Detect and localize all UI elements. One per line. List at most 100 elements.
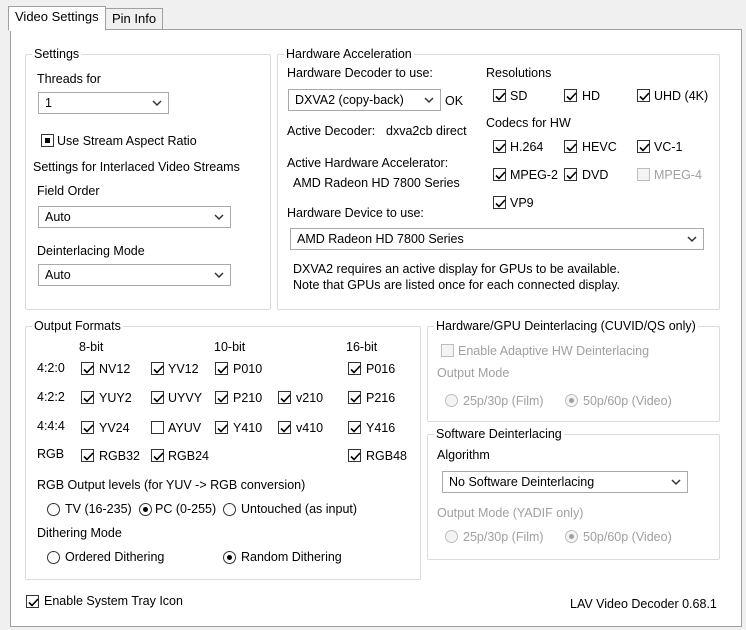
sw-mode-film-radio[interactable]	[445, 530, 458, 543]
codec-mpeg4-checkbox[interactable]	[637, 168, 650, 181]
format-p210-checkbox[interactable]	[215, 391, 228, 404]
codec-vp9-label: VP9	[510, 196, 534, 210]
field-order-label: Field Order	[37, 184, 100, 198]
codec-dvd-checkbox[interactable]	[564, 168, 577, 181]
codec-vp9-checkbox[interactable]	[493, 196, 506, 209]
format-p216-checkbox[interactable]	[348, 391, 361, 404]
format-uyvy-label: UYVY	[168, 391, 203, 405]
active-accelerator-value: AMD Radeon HD 7800 Series	[293, 176, 460, 190]
codec-dvd-label: DVD	[582, 168, 609, 182]
hw-decoder-status: OK	[445, 94, 464, 108]
format-p010-checkbox[interactable]	[215, 362, 228, 375]
format-uyvy-checkbox[interactable]	[151, 391, 164, 404]
codec-mpeg2-checkbox[interactable]	[493, 168, 506, 181]
stream-aspect-label: Use Stream Aspect Ratio	[57, 134, 197, 148]
format-y416-label: Y416	[366, 421, 396, 435]
algorithm-select[interactable]: No Software Deinterlacing	[442, 471, 688, 493]
format-yv24-label: YV24	[99, 421, 130, 435]
chevron-down-icon	[152, 100, 162, 107]
format-p210-label: P210	[233, 391, 263, 405]
tab-video-settings[interactable]: Video Settings	[8, 6, 106, 31]
format-v410-checkbox[interactable]	[278, 421, 291, 434]
format-p016-label: P016	[366, 362, 396, 376]
chevron-down-icon	[671, 479, 681, 486]
format-rgb32-label: RGB32	[99, 449, 140, 463]
codec-mpeg4-label: MPEG-4	[654, 168, 702, 182]
res-hd-checkbox[interactable]	[564, 89, 577, 102]
hw-mode-film-label: 25p/30p (Film)	[463, 394, 544, 408]
active-decoder-label: Active Decoder:	[287, 124, 376, 138]
threads-select[interactable]: 1	[38, 92, 169, 114]
gpu-note-line1: DXVA2 requires an active display for GPU…	[293, 262, 621, 276]
format-ayuv-checkbox[interactable]	[151, 421, 164, 434]
system-tray-checkbox[interactable]	[26, 595, 39, 608]
codec-hevc-label: HEVC	[582, 140, 617, 154]
header-8bit: 8-bit	[79, 340, 104, 354]
video-settings-panel: Settings Threads for 1 Use Stream Aspect…	[10, 29, 742, 627]
dithering-random-radio[interactable]	[223, 551, 236, 564]
sw-deinterlacing-title: Software Deinterlacing	[434, 427, 564, 441]
format-yv24-checkbox[interactable]	[81, 421, 94, 434]
deinterlacing-mode-select[interactable]: Auto	[38, 264, 231, 286]
threads-select-value: 1	[45, 96, 52, 110]
format-v210-checkbox[interactable]	[278, 391, 291, 404]
hw-mode-video-label: 50p/60p (Video)	[583, 394, 672, 408]
sw-output-mode-label: Output Mode (YADIF only)	[437, 506, 584, 520]
codec-h264-checkbox[interactable]	[493, 140, 506, 153]
version-label: LAV Video Decoder 0.68.1	[570, 597, 717, 611]
adaptive-hw-deint-label: Enable Adaptive HW Deinterlacing	[458, 344, 650, 358]
hw-mode-video-radio[interactable]	[565, 394, 578, 407]
interlaced-settings-label: Settings for Interlaced Video Streams	[33, 160, 240, 174]
row-rgb-label: RGB	[37, 447, 65, 461]
hw-device-select[interactable]: AMD Radeon HD 7800 Series	[290, 228, 704, 250]
threads-label: Threads for	[37, 72, 101, 86]
hw-device-value: AMD Radeon HD 7800 Series	[297, 232, 464, 246]
format-y416-checkbox[interactable]	[348, 421, 361, 434]
hw-output-mode-label: Output Mode	[437, 366, 510, 380]
hw-mode-film-radio[interactable]	[445, 394, 458, 407]
format-p216-label: P216	[366, 391, 396, 405]
settings-group-title: Settings	[32, 47, 82, 61]
rgb-level-pc-label: PC (0-255)	[155, 502, 217, 516]
sw-mode-video-radio[interactable]	[565, 530, 578, 543]
format-p016-checkbox[interactable]	[348, 362, 361, 375]
chevron-down-icon	[687, 236, 697, 243]
chevron-down-icon	[214, 272, 224, 279]
format-rgb48-label: RGB48	[366, 449, 407, 463]
algorithm-value: No Software Deinterlacing	[449, 475, 595, 489]
codec-hevc-checkbox[interactable]	[564, 140, 577, 153]
stream-aspect-checkbox[interactable]	[41, 134, 54, 147]
adaptive-hw-deint-checkbox[interactable]	[441, 344, 454, 357]
tab-pin-info[interactable]: Pin Info	[105, 8, 164, 30]
gpu-note-line2: Note that GPUs are listed once for each …	[293, 278, 621, 292]
codec-vc1-checkbox[interactable]	[637, 140, 650, 153]
rgb-level-tv-radio[interactable]	[47, 503, 60, 516]
format-nv12-checkbox[interactable]	[81, 362, 94, 375]
format-yv12-label: YV12	[168, 362, 199, 376]
rgb-level-tv-label: TV (16-235)	[65, 502, 132, 516]
res-sd-label: SD	[510, 89, 528, 103]
row-444-label: 4:4:4	[37, 419, 65, 433]
format-y410-checkbox[interactable]	[215, 421, 228, 434]
format-rgb48-checkbox[interactable]	[348, 449, 361, 462]
hw-deinterlacing-title: Hardware/GPU Deinterlacing (CUVID/QS onl…	[434, 319, 698, 333]
res-sd-checkbox[interactable]	[493, 89, 506, 102]
hw-decoder-select[interactable]: DXVA2 (copy-back)	[288, 89, 441, 111]
format-yv12-checkbox[interactable]	[151, 362, 164, 375]
res-uhd-label: UHD (4K)	[654, 89, 709, 103]
hw-decoder-label: Hardware Decoder to use:	[287, 66, 433, 80]
format-yuy2-checkbox[interactable]	[81, 391, 94, 404]
rgb-levels-label: RGB Output levels (for YUV -> RGB conver…	[37, 478, 306, 492]
format-rgb32-checkbox[interactable]	[81, 449, 94, 462]
dithering-ordered-radio[interactable]	[47, 551, 60, 564]
res-uhd-checkbox[interactable]	[637, 89, 650, 102]
sw-mode-film-label: 25p/30p (Film)	[463, 530, 544, 544]
format-rgb24-checkbox[interactable]	[151, 449, 164, 462]
resolutions-label: Resolutions	[486, 66, 552, 80]
rgb-level-pc-radio[interactable]	[139, 503, 152, 516]
hw-device-label: Hardware Device to use:	[287, 206, 424, 220]
rgb-level-untouched-radio[interactable]	[223, 503, 236, 516]
deinterlacing-mode-value: Auto	[45, 268, 71, 282]
header-10bit: 10-bit	[214, 340, 246, 354]
field-order-select[interactable]: Auto	[38, 206, 231, 228]
